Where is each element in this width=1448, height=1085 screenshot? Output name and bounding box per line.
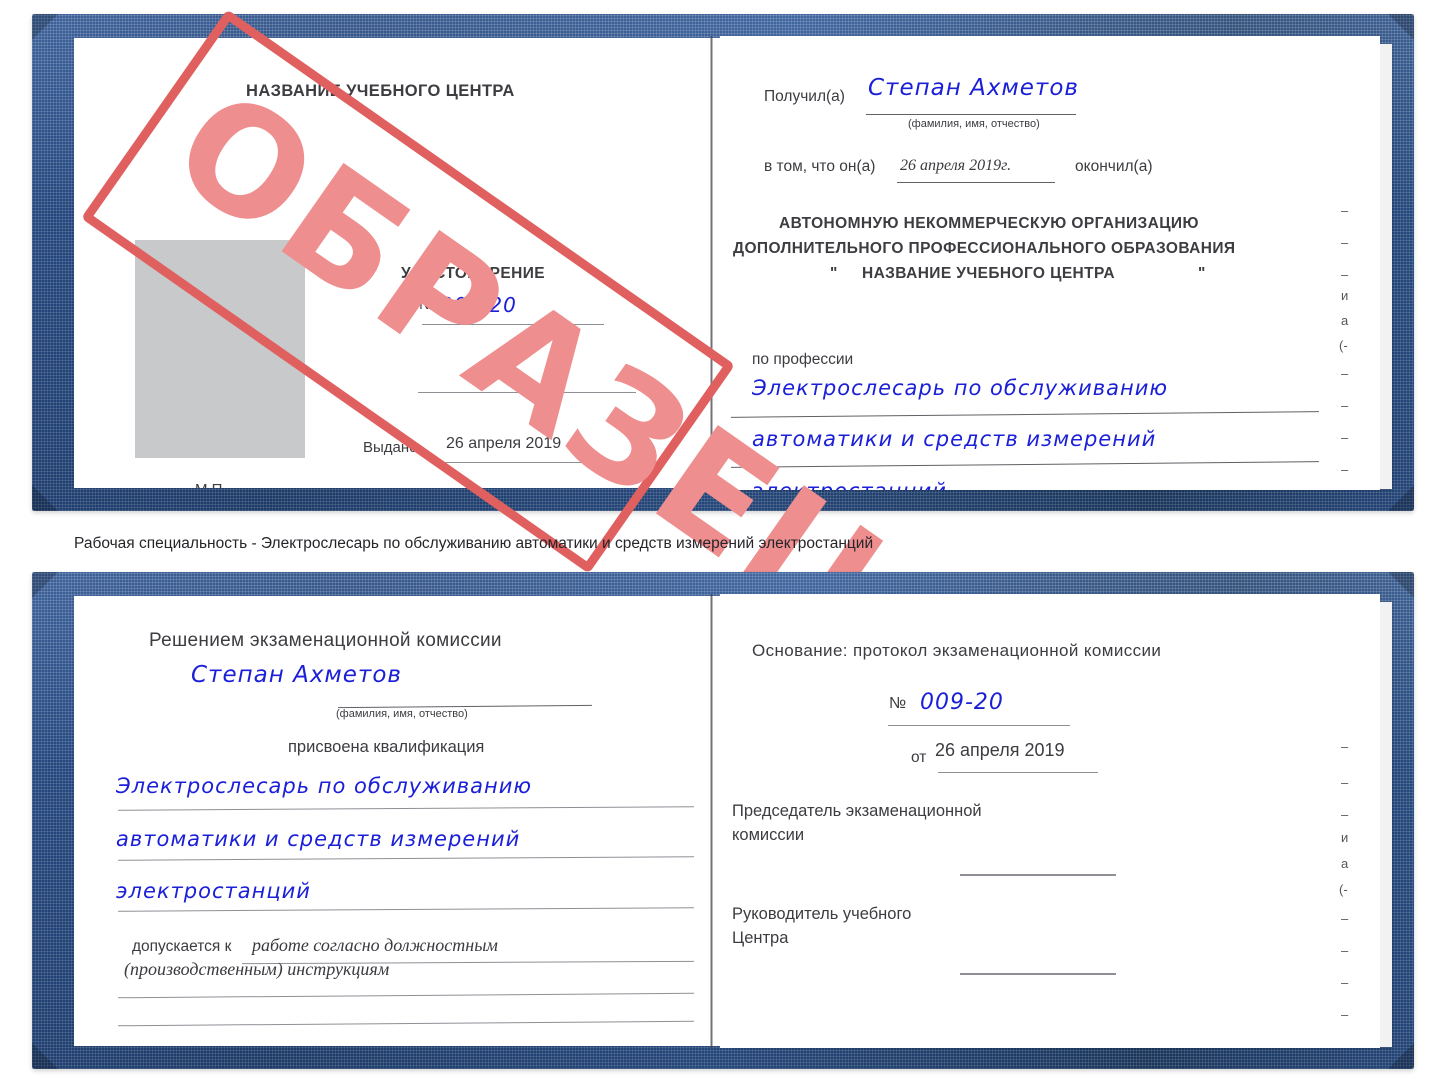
edge-mark: – — [1341, 235, 1349, 250]
binding-spine — [710, 36, 713, 490]
protocol-date-label: от — [911, 749, 927, 766]
edge-mark: – — [1341, 462, 1349, 477]
head-line-1: Руководитель учебного — [732, 905, 912, 923]
stamp-place-label: М.П. — [195, 481, 227, 488]
fact-date-rule — [897, 182, 1055, 183]
org-line-2: ДОПОЛНИТЕЛЬНОГО ПРОФЕССИОНАЛЬНОГО ОБРАЗО… — [733, 240, 1236, 257]
profession-line-1: Электрослесарь по обслуживанию — [752, 376, 1169, 400]
photo-placeholder — [135, 240, 305, 458]
certificate-top: НАЗВАНИЕ УЧЕБНОГО ЦЕНТРА УДОСТОВЕРЕНИЕ №… — [32, 14, 1414, 511]
profession-label: по профессии — [752, 351, 854, 368]
edge-mark: – — [1341, 1007, 1349, 1022]
edge-mark: а — [1341, 856, 1349, 871]
left-page-center-title: НАЗВАНИЕ УЧЕБНОГО ЦЕНТРА — [246, 82, 515, 100]
profession-line-3: электростанций — [752, 479, 947, 490]
number-value: 009-20 — [440, 293, 517, 317]
left-page-doc-word: УДОСТОВЕРЕНИЕ — [401, 265, 545, 282]
qualification-label: присвоена квалификация — [288, 738, 485, 756]
edge-mark: – — [1341, 775, 1349, 790]
edge-mark: – — [1341, 366, 1349, 381]
qualification-line-1: Электрослесарь по обслуживанию — [116, 774, 533, 798]
edge-mark: (- — [1339, 338, 1348, 353]
basis-label: Основание: протокол экзаменационной коми… — [752, 641, 1162, 660]
qualification-line-2: автоматики и средств измерений — [116, 827, 521, 851]
edge-mark: – — [1341, 267, 1349, 282]
issued-rule — [442, 462, 624, 463]
blank-rule-1 — [418, 392, 636, 393]
protocol-date-rule — [938, 772, 1098, 773]
caption-text: Рабочая специальность - Электрослесарь п… — [74, 535, 874, 552]
head-signature-rule — [960, 973, 1116, 975]
edge-mark: – — [1341, 203, 1349, 218]
edge-mark: – — [1341, 975, 1349, 990]
fact-prefix: в том, что он(а) — [764, 158, 876, 175]
org-quote-close: " — [1198, 265, 1206, 282]
name-hint: (фамилия, имя, отчество) — [336, 708, 468, 720]
admitted-value-line-2: (производственным) инструкциям — [124, 959, 390, 979]
head-line-2: Центра — [732, 929, 789, 947]
edge-mark: – — [1341, 398, 1349, 413]
page-bottom-right: Основание: протокол экзаменационной коми… — [720, 594, 1380, 1048]
edge-mark: и — [1341, 830, 1349, 845]
qualification-rule-2 — [118, 856, 694, 861]
profession-line-2: автоматики и средств измерений — [752, 427, 1157, 451]
page-bottom-left: Решением экзаменационной комиссии Степан… — [74, 596, 742, 1046]
issued-label: Выдано — [363, 439, 418, 456]
org-quote-open: " — [830, 265, 838, 282]
page-top-right: Получил(а) Степан Ахметов (фамилия, имя,… — [720, 36, 1380, 490]
protocol-number-rule — [888, 725, 1070, 726]
admitted-label: допускается к — [132, 938, 232, 955]
edge-mark: – — [1341, 430, 1349, 445]
edge-mark: а — [1341, 313, 1349, 328]
fact-date: 26 апреля 2019г. — [900, 157, 1012, 174]
qualification-rule-1 — [118, 806, 694, 811]
org-line-1: АВТОНОМНУЮ НЕКОММЕРЧЕСКУЮ ОРГАНИЗАЦИЮ — [779, 215, 1199, 232]
name-hint: (фамилия, имя, отчество) — [908, 118, 1040, 130]
number-rule — [422, 324, 604, 325]
profession-rule-1 — [731, 411, 1319, 418]
commission-heading: Решением экзаменационной комиссии — [149, 630, 502, 651]
edge-mark: (- — [1339, 882, 1348, 897]
chairman-line-1: Председатель экзаменационной — [732, 802, 982, 820]
admitted-rule-3 — [118, 1020, 694, 1027]
admitted-rule-2 — [118, 992, 694, 999]
number-label: № — [419, 296, 436, 313]
candidate-name: Степан Ахметов — [191, 662, 402, 688]
profession-rule-2 — [731, 461, 1319, 468]
binding-spine — [710, 594, 713, 1048]
edge-mark: – — [1341, 911, 1349, 926]
admitted-value-line-1: работе согласно должностным — [252, 935, 498, 955]
protocol-number-value: 009-20 — [920, 690, 1004, 715]
certificate-bottom: Решением экзаменационной комиссии Степан… — [32, 572, 1414, 1069]
fact-suffix: окончил(а) — [1075, 158, 1153, 175]
protocol-date-value: 26 апреля 2019 — [935, 740, 1065, 760]
edge-mark: – — [1341, 739, 1349, 754]
edge-mark: – — [1341, 943, 1349, 958]
qualification-line-3: электростанций — [116, 879, 311, 903]
received-name-rule — [866, 114, 1076, 115]
received-name: Степан Ахметов — [868, 75, 1079, 101]
edge-mark: и — [1341, 288, 1349, 303]
qualification-rule-3 — [118, 907, 694, 912]
protocol-number-label: № — [889, 695, 907, 712]
received-label: Получил(а) — [764, 88, 845, 105]
chairman-signature-rule — [960, 874, 1116, 876]
issued-value: 26 апреля 2019 — [446, 435, 562, 452]
page-top-left: НАЗВАНИЕ УЧЕБНОГО ЦЕНТРА УДОСТОВЕРЕНИЕ №… — [74, 38, 742, 488]
edge-mark: – — [1341, 807, 1349, 822]
chairman-line-2: комиссии — [732, 826, 805, 844]
screenshot-root: НАЗВАНИЕ УЧЕБНОГО ЦЕНТРА УДОСТОВЕРЕНИЕ №… — [0, 0, 1448, 1085]
org-line-3: НАЗВАНИЕ УЧЕБНОГО ЦЕНТРА — [862, 265, 1115, 282]
